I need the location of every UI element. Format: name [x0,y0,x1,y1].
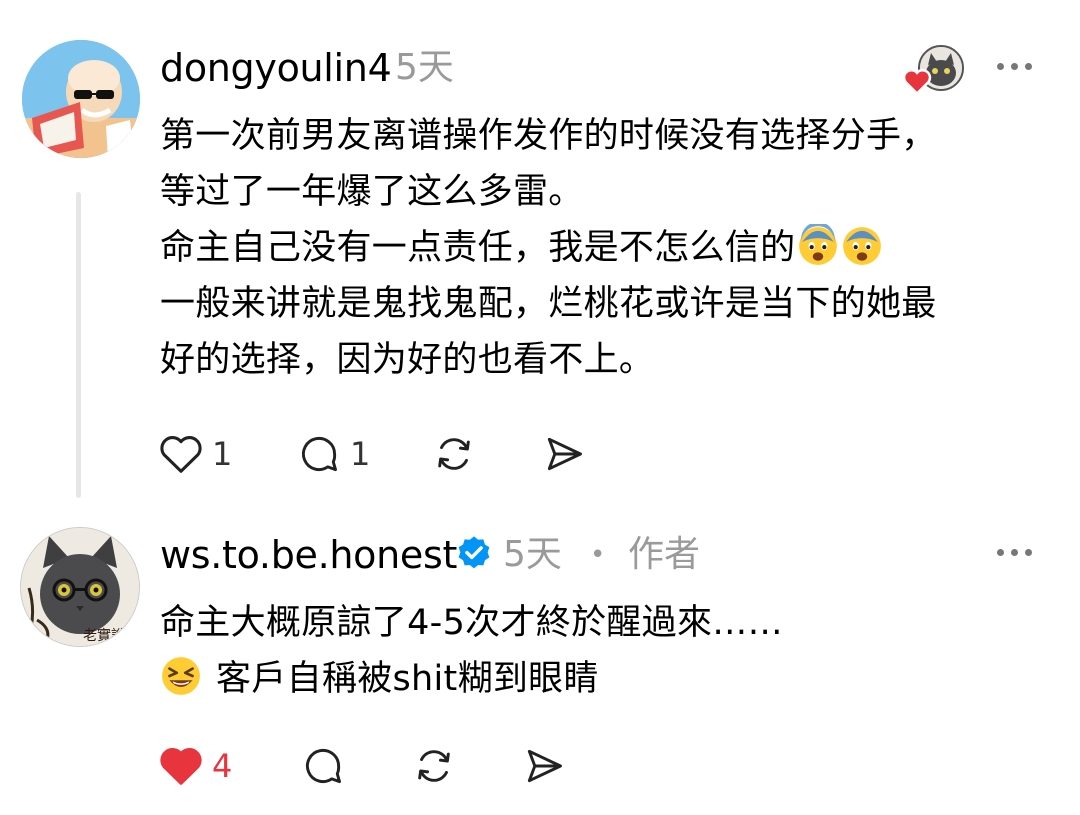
grinning-squinting-face-emoji-icon [162,657,200,695]
more-options-button[interactable] [997,63,1032,70]
heart-icon [902,69,932,95]
reply-count: 1 [350,435,371,473]
author-liked-indicator [902,45,964,95]
cat-with-glasses-avatar-icon: 老實說 [21,528,139,646]
reply-button[interactable] [300,744,346,792]
like-count: 1 [212,435,233,473]
send-icon [547,437,582,471]
repost-button[interactable] [410,744,458,792]
comment-line: 第一次前男友离谱操作发作的时候没有选择分手， [160,116,937,156]
comment-body: 第一次前男友离谱操作发作的时候没有选择分手， 等过了一年爆了这么多雷。 命主自己… [160,108,937,388]
comment-line: 等过了一年爆了这么多雷。 [160,172,584,212]
like-count: 4 [212,747,233,785]
comment-bubble-icon [305,748,341,784]
repost-button[interactable] [430,432,478,480]
comment-bubble-icon [301,436,337,472]
thread-connector-line [76,192,81,498]
comment-line: 好的选择，因为好的也看不上。 [160,340,655,380]
avatar[interactable]: 老實說 [20,527,140,647]
comment-time: 5天 [395,47,454,88]
comment-time: 5天 [503,534,562,575]
avatar-stamp: 老實說 [83,627,125,644]
share-button[interactable] [520,744,568,792]
comment-line-text: 命主自己没有一点责任，我是不怎么信的 [160,228,796,268]
author-tag: 作者 [628,534,701,575]
comment-line: 一般来讲就是鬼找鬼配，烂桃花或许是当下的她最 [160,284,937,324]
comment-line-with-emoji: 命主自己没有一点责任，我是不怎么信的 [160,220,937,276]
reply-button[interactable]: 1 [296,432,370,476]
avatar[interactable] [22,40,140,158]
old-man-reading-avatar-icon [22,40,140,158]
comment-body: 命主大概原諒了4-5次才終於醒過來…… 客戶自稱被shit糊到眼睛 [160,595,783,707]
verified-badge-icon [458,536,490,569]
meta-separator: • [590,540,606,570]
share-button[interactable] [540,432,588,480]
repost-icon [418,750,450,782]
like-button[interactable]: 4 [158,744,232,788]
comment-line: 命主大概原諒了4-5次才終於醒過來…… [160,603,783,643]
send-icon [527,749,562,783]
comment-username[interactable]: dongyoulin4 [160,48,392,88]
comment-username[interactable]: ws.to.be.honest [160,535,457,575]
heart-outline-icon [160,436,202,473]
heart-filled-icon [160,748,202,785]
repost-icon [438,438,470,470]
comment-line-with-emoji: 客戶自稱被shit糊到眼睛 [160,651,783,707]
more-options-button[interactable] [997,549,1032,556]
like-button[interactable]: 1 [158,432,232,476]
fearful-face-emoji-icon [843,227,882,265]
comment-line-text: 客戶自稱被shit糊到眼睛 [216,659,599,699]
fearful-face-emoji-icon [799,224,838,265]
